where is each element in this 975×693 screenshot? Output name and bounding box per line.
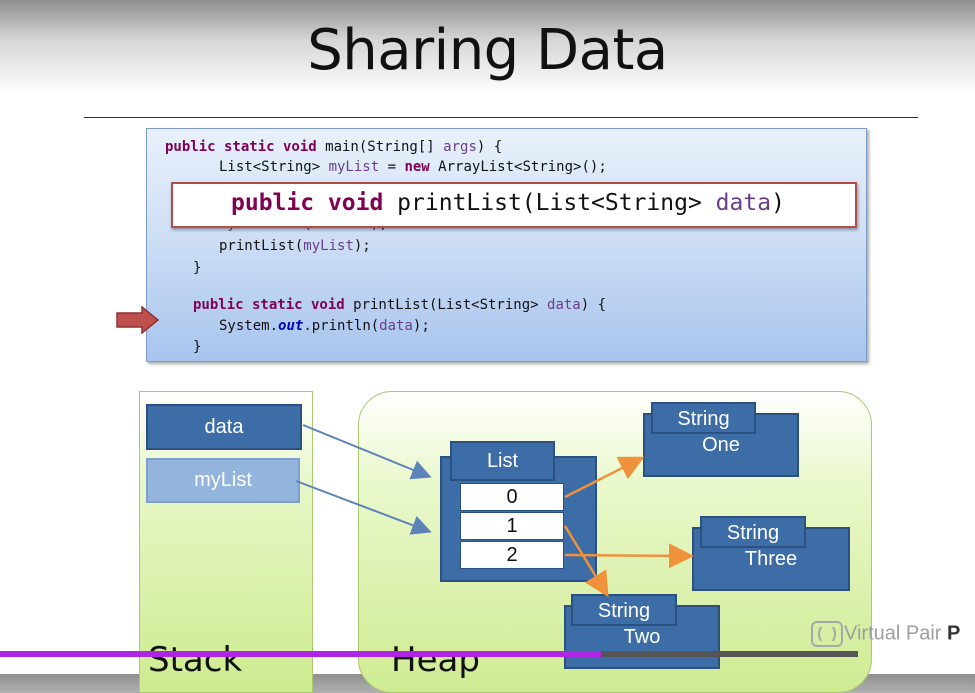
arrow-data-to-list (302, 424, 432, 480)
arrow-slot0-to-one (564, 456, 645, 499)
watermark: Virtual Pair P (810, 620, 960, 648)
video-progress-played[interactable] (0, 651, 601, 657)
arrow-mylist-to-list (295, 480, 432, 535)
arrow-slot2-to-three (564, 543, 694, 569)
watermark-text-bold: P (947, 622, 961, 645)
virtual-pair-logo-icon (811, 621, 843, 647)
arrow-slot1-to-two (563, 525, 609, 598)
reference-arrows (295, 424, 694, 598)
watermark-text: Virtual Pair (844, 622, 948, 645)
